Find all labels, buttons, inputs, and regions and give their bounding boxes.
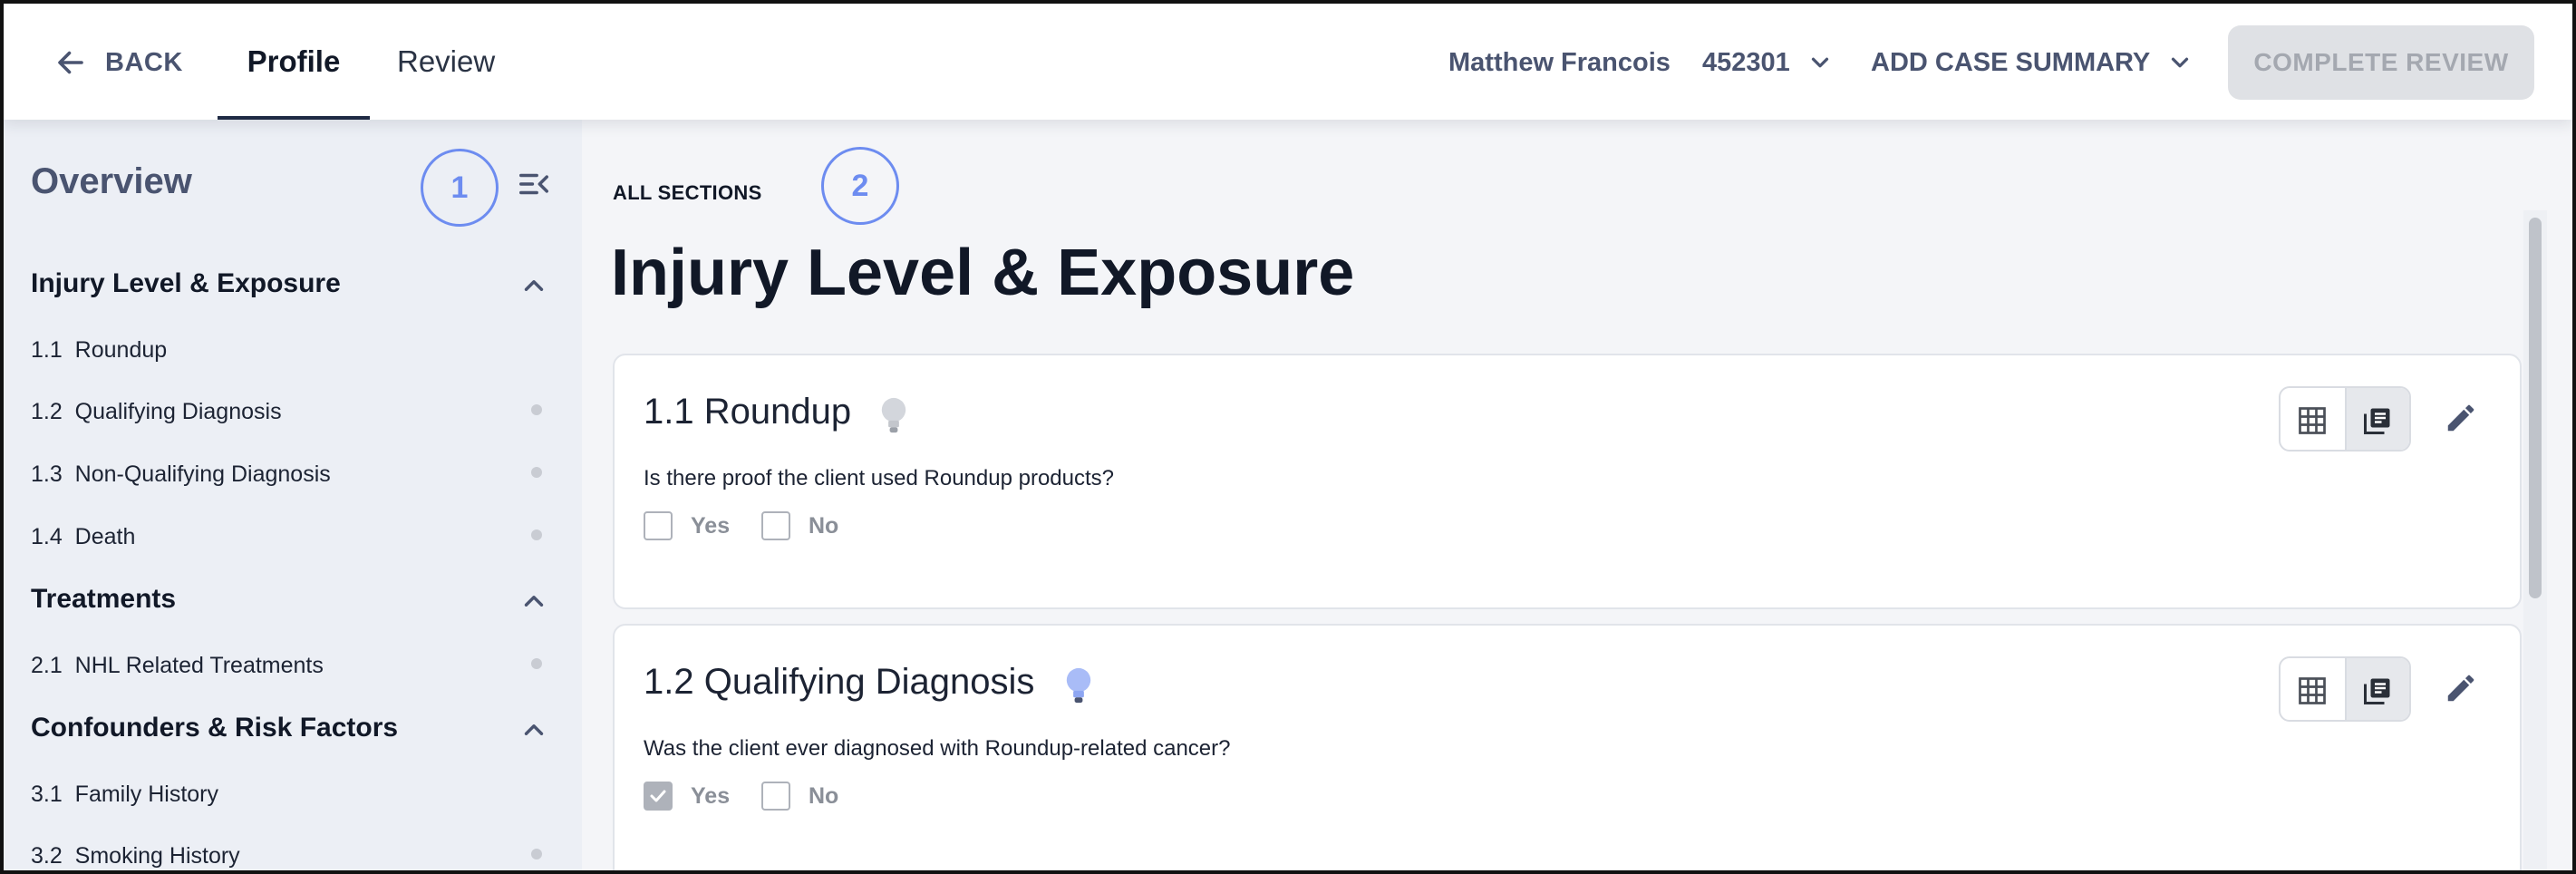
lightbulb-icon[interactable] (1062, 665, 1095, 705)
sidebar-section-treatments[interactable]: Treatments (31, 584, 176, 615)
add-case-summary-label: ADD CASE SUMMARY (1871, 47, 2151, 77)
app-window: BACK Profile Review Matthew Francois 452… (0, 0, 2576, 874)
arrow-left-icon (58, 51, 83, 74)
grid-icon (2299, 677, 2327, 704)
grid-icon (2299, 407, 2327, 434)
sidebar-title: Overview (31, 161, 192, 201)
edit-button[interactable] (2438, 665, 2484, 711)
yes-checkbox[interactable] (644, 511, 673, 540)
grid-view-button[interactable] (2281, 658, 2345, 720)
step-badge: 2 (821, 147, 899, 225)
yes-label: Yes (691, 782, 731, 809)
view-toggle (2279, 386, 2411, 452)
list-view-icon (2364, 678, 2390, 704)
question-card-qualifying-diagnosis: 1.2 Qualifying Diagnosis Was the client … (613, 624, 2522, 870)
chevron-down-icon (2172, 57, 2189, 68)
sidebar-item-death[interactable]: 1.4 Death (31, 524, 135, 550)
scroll-thumb[interactable] (2529, 218, 2542, 598)
question-text: Was the client ever diagnosed with Round… (644, 736, 1231, 761)
menu-collapse-icon[interactable] (517, 167, 551, 201)
main-content: ALL SECTIONS 2 Injury Level & Exposure 1… (582, 120, 2572, 870)
chevron-up-icon[interactable] (518, 270, 549, 301)
no-checkbox[interactable] (761, 782, 790, 811)
yes-label: Yes (691, 512, 731, 539)
sidebar-item-roundup[interactable]: 1.1 Roundup (31, 337, 167, 364)
status-dot (531, 658, 542, 669)
list-view-button[interactable] (2344, 658, 2409, 720)
question-title: 1.1 Roundup (644, 392, 852, 432)
tab-review[interactable]: Review (397, 4, 495, 120)
page-title: Injury Level & Exposure (611, 237, 1355, 309)
status-dot (531, 467, 542, 478)
checkmark-icon (650, 790, 666, 802)
yes-option[interactable]: Yes (644, 782, 730, 811)
sidebar-item-nhl-treatments[interactable]: 2.1 NHL Related Treatments (31, 653, 324, 679)
grid-view-button[interactable] (2281, 388, 2345, 450)
list-view-icon (2364, 408, 2390, 434)
no-checkbox[interactable] (761, 511, 790, 540)
sidebar-item-family-history[interactable]: 3.1 Family History (31, 782, 218, 808)
top-bar: BACK Profile Review Matthew Francois 452… (4, 4, 2572, 120)
status-dot (531, 404, 542, 415)
yes-checkbox[interactable] (644, 782, 673, 811)
no-option[interactable]: No (761, 511, 838, 540)
edit-button[interactable] (2438, 395, 2484, 441)
complete-review-button[interactable]: COMPLETE REVIEW (2228, 25, 2534, 100)
question-text: Is there proof the client used Roundup p… (644, 466, 1114, 490)
yes-option[interactable]: Yes (644, 511, 730, 540)
pencil-icon (2447, 404, 2474, 432)
pencil-icon (2447, 675, 2474, 702)
lightbulb-icon[interactable] (877, 395, 910, 435)
sidebar-section-injury[interactable]: Injury Level & Exposure (31, 268, 341, 299)
sidebar-item-qualifying-diagnosis[interactable]: 1.2 Qualifying Diagnosis (31, 399, 282, 425)
sidebar-item-non-qualifying-diagnosis[interactable]: 1.3 Non-Qualifying Diagnosis (31, 461, 331, 488)
breadcrumb[interactable]: ALL SECTIONS (613, 181, 762, 205)
no-label: No (809, 782, 839, 809)
sidebar-item-smoking-history[interactable]: 3.2 Smoking History (31, 843, 240, 869)
sidebar-section-confounders[interactable]: Confounders & Risk Factors (31, 713, 398, 743)
scrollbar[interactable] (2523, 210, 2547, 870)
chevron-up-icon[interactable] (518, 586, 549, 617)
no-label: No (809, 512, 839, 539)
add-case-summary-dropdown[interactable]: ADD CASE SUMMARY (1871, 40, 2193, 85)
status-dot (531, 529, 542, 540)
chevron-down-icon (1811, 57, 1828, 68)
sidebar: Overview 1 Injury Level & Exposure 1.1 R… (4, 120, 582, 870)
case-id-dropdown[interactable]: 452301 (1702, 40, 1834, 85)
case-id-label: 452301 (1702, 47, 1790, 77)
tab-profile[interactable]: Profile (218, 4, 370, 120)
back-label: BACK (105, 47, 183, 77)
no-option[interactable]: No (761, 782, 838, 811)
step-badge: 1 (421, 149, 499, 227)
status-dot (531, 849, 542, 859)
user-name: Matthew Francois (1448, 47, 1671, 77)
question-title: 1.2 Qualifying Diagnosis (644, 662, 1035, 702)
chevron-up-icon[interactable] (518, 714, 549, 745)
question-card-roundup: 1.1 Roundup Is there proof the client us… (613, 354, 2522, 609)
back-button[interactable]: BACK (54, 42, 183, 83)
view-toggle (2279, 656, 2411, 722)
list-view-button[interactable] (2344, 388, 2409, 450)
